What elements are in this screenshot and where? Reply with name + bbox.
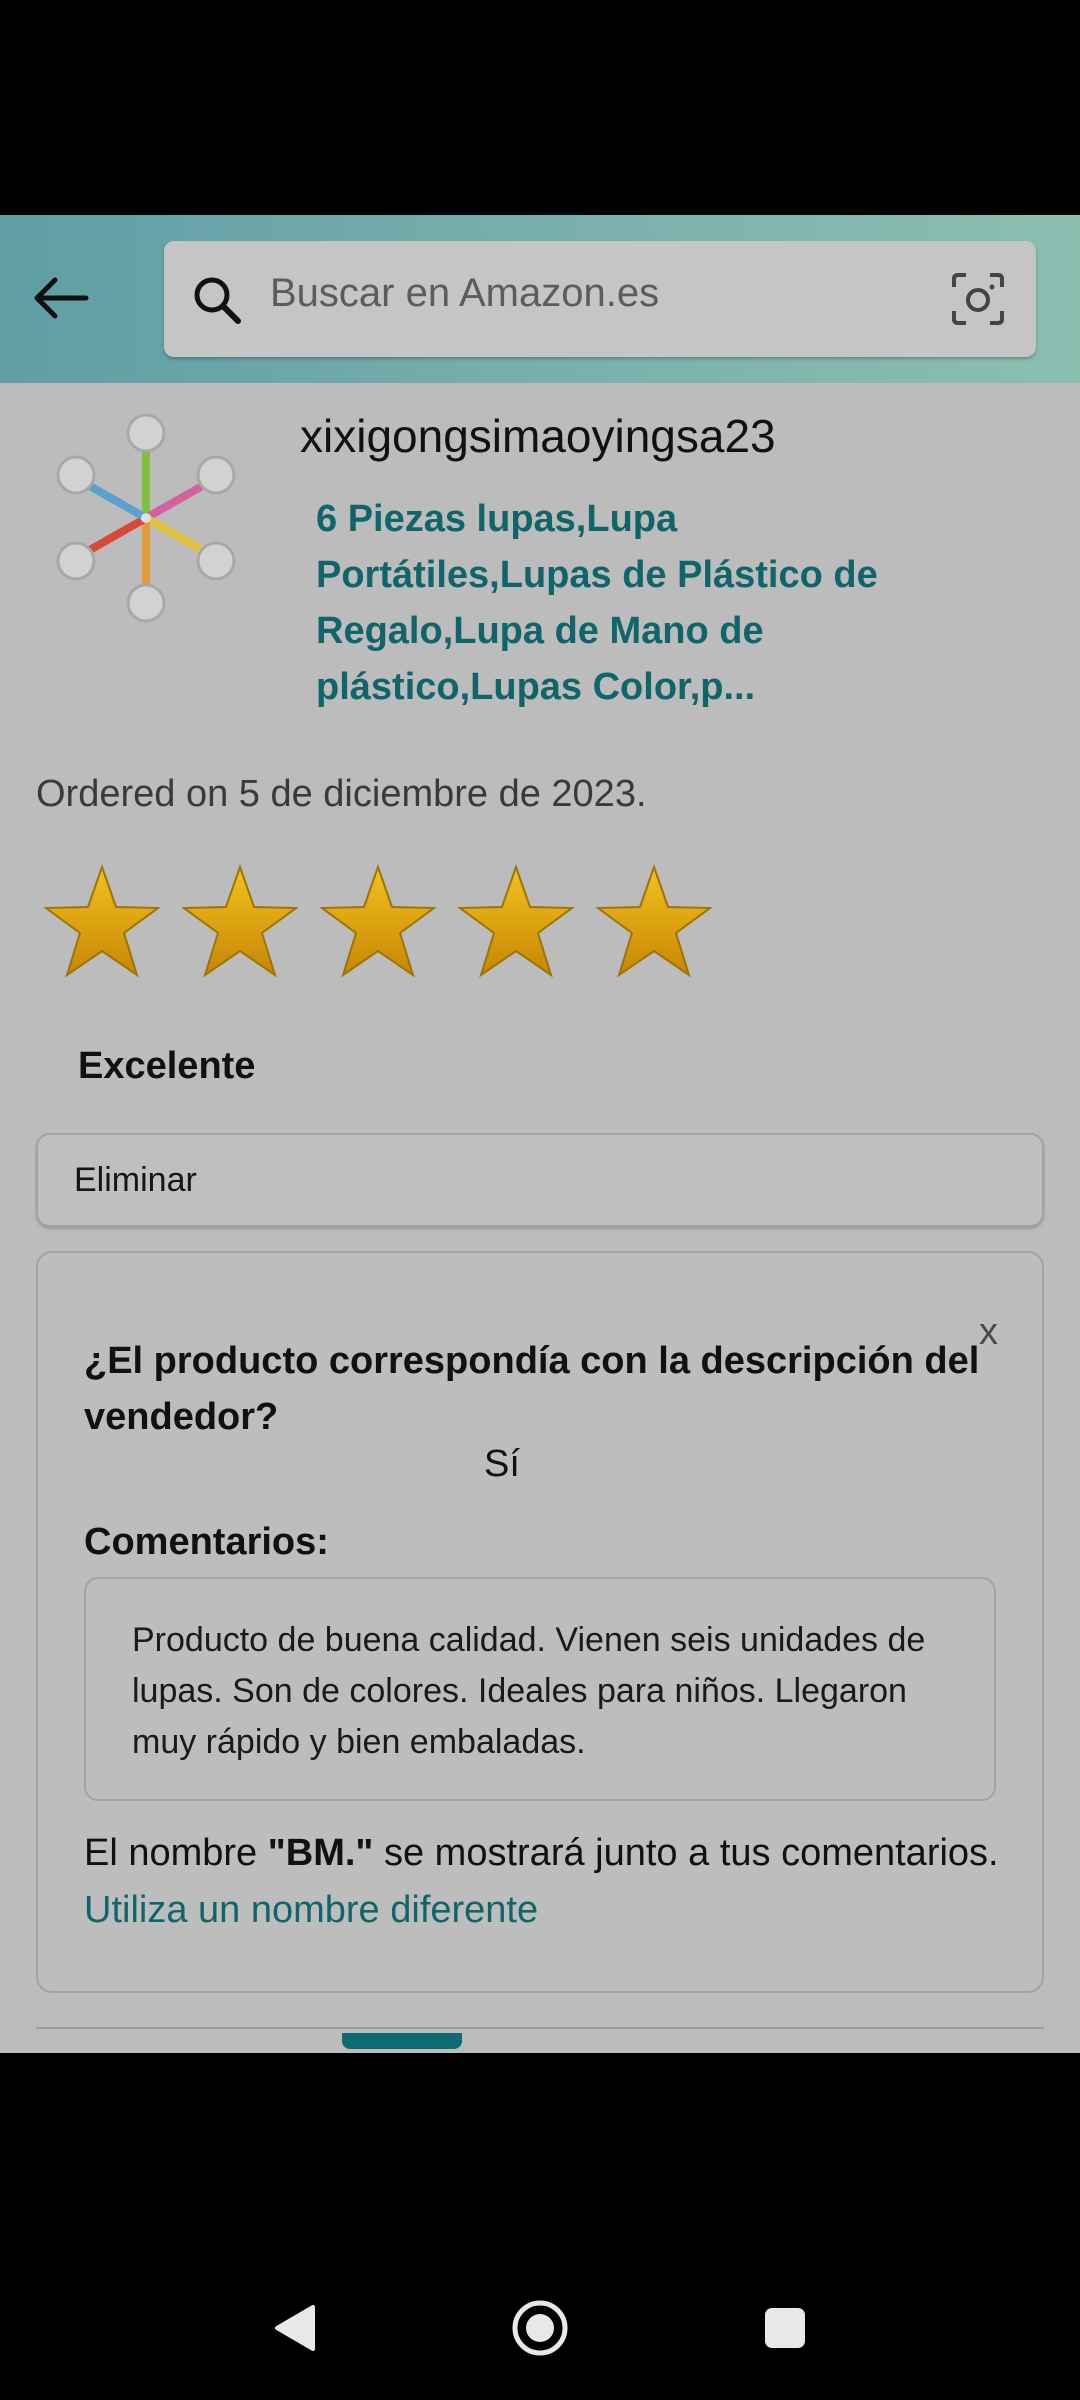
name-note-suffix: se mostrará junto a tus comentarios.	[373, 1832, 999, 1874]
search-input[interactable]: Buscar en Amazon.es	[270, 271, 659, 316]
comment-textarea[interactable]: Producto de buena calidad. Vienen seis u…	[84, 1577, 996, 1801]
review-content: xixigongsimaoyingsa23 6 Piezas lupas,Lup…	[0, 383, 1080, 2053]
seller-name: xixigongsimaoyingsa23	[300, 410, 776, 462]
feedback-answer: Sí	[484, 1443, 520, 1485]
order-date: Ordered on 5 de diciembre de 2023.	[36, 773, 647, 815]
tab-indicator	[342, 2033, 462, 2049]
divider	[36, 2027, 1044, 2029]
app-header: Buscar en Amazon.es	[0, 215, 1080, 383]
square-recent-icon	[765, 2308, 805, 2348]
change-name-link[interactable]: Utiliza un nombre diferente	[84, 1889, 538, 1931]
feedback-question: ¿El producto correspondía con la descrip…	[84, 1340, 980, 1438]
star-rating[interactable]	[42, 863, 714, 993]
star-icon-3[interactable]	[318, 863, 438, 983]
back-button[interactable]	[28, 265, 94, 331]
circle-home-icon	[512, 2300, 568, 2356]
star-icon-4[interactable]	[456, 863, 576, 983]
seller-feedback-card: x ¿El producto correspondía con la descr…	[36, 1251, 1044, 1993]
rating-label: Excelente	[78, 1045, 256, 1087]
star-icon-5[interactable]	[594, 863, 714, 983]
system-navigation-bar	[0, 2053, 1080, 2400]
nav-back-button[interactable]	[260, 2293, 330, 2363]
product-title-link[interactable]: 6 Piezas lupas,Lupa Portátiles,Lupas de …	[316, 491, 976, 715]
star-icon-2[interactable]	[180, 863, 300, 983]
status-bar	[0, 0, 1080, 215]
product-image[interactable]	[46, 413, 246, 623]
arrow-left-icon	[34, 277, 89, 319]
search-bar[interactable]: Buscar en Amazon.es	[164, 241, 1036, 357]
comment-text: Producto de buena calidad. Vienen seis u…	[132, 1621, 926, 1761]
search-icon	[194, 277, 241, 324]
delete-button-label: Eliminar	[74, 1161, 197, 1199]
public-name-note: El nombre "BM." se mostrará junto a tus …	[84, 1825, 1004, 1939]
delete-rating-button[interactable]: Eliminar	[36, 1133, 1044, 1227]
public-name: "BM."	[267, 1832, 374, 1874]
camera-icon[interactable]	[948, 269, 1008, 329]
nav-recent-button[interactable]	[750, 2293, 820, 2363]
comments-label: Comentarios:	[84, 1521, 329, 1563]
triangle-back-icon	[275, 2305, 315, 2351]
name-note-prefix: El nombre	[84, 1832, 268, 1874]
nav-home-button[interactable]	[505, 2293, 575, 2363]
star-icon-1[interactable]	[42, 863, 162, 983]
